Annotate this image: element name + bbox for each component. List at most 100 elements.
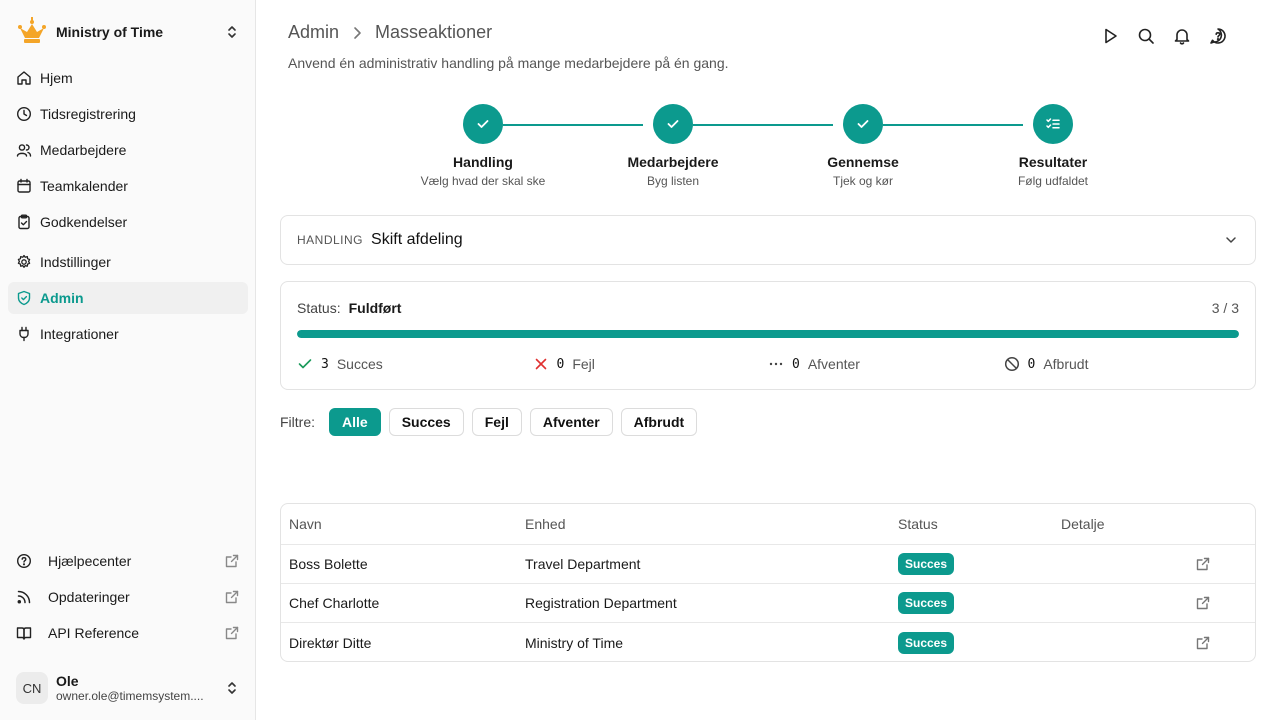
table-header-row: Navn Enhed Status Detalje [281, 504, 1255, 545]
action-label: HANDLING [297, 233, 364, 247]
filter-chip-alle[interactable]: Alle [329, 408, 381, 436]
column-header: Enhed [525, 516, 566, 532]
shield-check-icon [16, 290, 32, 306]
count-number: 0 [556, 356, 565, 372]
cell-unit: Travel Department [525, 556, 641, 572]
count-afbrudt: 0 Afbrudt [1004, 356, 1240, 372]
dots-icon [768, 356, 784, 372]
sidebar-item-label: Admin [40, 290, 84, 306]
help-circle-icon [16, 553, 32, 569]
filter-chip-afventer[interactable]: Afventer [529, 408, 613, 436]
crown-logo-icon [16, 16, 48, 48]
step-title: Handling [453, 154, 513, 170]
sidebar: Ministry of Time Hjem Tidsregistrering M… [0, 0, 256, 720]
sidebar-item-admin[interactable]: Admin [8, 282, 248, 314]
filter-chip-succes[interactable]: Succes [388, 408, 464, 436]
api-reference-link[interactable]: API Reference [8, 615, 248, 651]
filter-chip-fejl[interactable]: Fejl [471, 408, 522, 436]
open-external-icon[interactable] [1195, 556, 1211, 572]
table-row: Direktør Ditte Ministry of Time Succes [281, 623, 1255, 661]
open-external-icon[interactable] [1195, 635, 1211, 651]
column-header: Navn [289, 516, 322, 532]
status-label: Status: [297, 300, 341, 316]
plug-icon [16, 326, 32, 342]
sidebar-item-label: Godkendelser [40, 214, 128, 230]
list-check-icon [1045, 116, 1061, 132]
status-value: Fuldført [348, 300, 402, 316]
check-icon [297, 356, 313, 372]
book-icon [16, 625, 32, 641]
sidebar-item-teamkalender[interactable]: Teamkalender [8, 170, 248, 202]
sidebar-item-label: Indstillinger [40, 254, 111, 270]
cell-name: Direktør Ditte [289, 634, 372, 651]
filter-chip-afbrudt[interactable]: Afbrudt [620, 408, 698, 436]
count-afventer: 0 Afventer [768, 356, 1004, 372]
action-accordion[interactable]: HANDLING Skift afdeling [280, 215, 1256, 265]
updates-link[interactable]: Opdateringer [8, 579, 248, 615]
step-description: Vælg hvad der skal ske [420, 174, 546, 188]
page-subtitle: Anvend én administrativ handling på mang… [288, 55, 729, 71]
step-complete-circle [463, 104, 503, 144]
table-row: Chef Charlotte Registration Department S… [281, 584, 1255, 623]
sidebar-item-label: Medarbejdere [40, 142, 127, 158]
calendar-icon [16, 178, 32, 194]
step-complete-circle [843, 104, 883, 144]
step-complete-circle [653, 104, 693, 144]
sidebar-item-integrationer[interactable]: Integrationer [8, 318, 248, 350]
count-succes: 3 Succes [297, 356, 533, 372]
org-switcher[interactable]: Ministry of Time [8, 14, 248, 50]
step-gennemse[interactable]: Gennemse Tjek og kør [768, 104, 958, 188]
sidebar-item-indstillinger[interactable]: Indstillinger [8, 246, 248, 278]
x-icon [533, 356, 549, 372]
count-number: 0 [1027, 356, 1036, 372]
column-header: Status [898, 516, 938, 532]
count-label: Afbrudt [1043, 356, 1089, 372]
breadcrumb-admin[interactable]: Admin [288, 22, 339, 43]
footer-link-label: Hjælpecenter [48, 553, 132, 569]
sidebar-item-label: Integrationer [40, 326, 119, 342]
step-resultater[interactable]: Resultater Følg udfaldet [958, 104, 1148, 188]
header-actions [1100, 26, 1228, 46]
footer-link-label: Opdateringer [48, 589, 130, 605]
footer-link-label: API Reference [48, 625, 140, 641]
home-icon [16, 70, 32, 86]
column-header: Detalje [1061, 516, 1105, 532]
external-link-icon [224, 625, 240, 641]
step-medarbejdere[interactable]: Medarbejdere Byg listen [578, 104, 768, 188]
message-help-icon[interactable] [1208, 26, 1228, 46]
user-menu[interactable]: CN Ole owner.ole@timemsystem.... [8, 664, 248, 712]
count-number: 0 [792, 356, 800, 372]
chevron-right-icon [349, 25, 365, 41]
step-handling[interactable]: Handling Vælg hvad der skal ske [388, 104, 578, 188]
count-label: Afventer [807, 356, 860, 372]
status-badge: Succes [898, 592, 955, 614]
wizard-stepper: Handling Vælg hvad der skal ske Medarbej… [288, 104, 1248, 194]
status-row: Status: Fuldført 3 / 3 [297, 300, 1239, 316]
count-number: 3 [321, 356, 329, 372]
breadcrumb: Admin Masseaktioner [288, 22, 492, 43]
filter-bar: Filtre: Alle Succes Fejl Afventer Afbrud… [280, 408, 705, 436]
sidebar-item-hjem[interactable]: Hjem [8, 62, 248, 94]
cell-name: Boss Bolette [289, 556, 368, 572]
check-icon [855, 116, 871, 132]
sidebar-item-tidsregistrering[interactable]: Tidsregistrering [8, 98, 248, 130]
chevron-up-down-icon [224, 24, 240, 40]
step-title: Medarbejdere [627, 154, 719, 170]
status-badge: Succes [898, 553, 955, 575]
sidebar-item-medarbejdere[interactable]: Medarbejdere [8, 134, 248, 166]
help-center-link[interactable]: Hjælpecenter [8, 543, 248, 579]
status-badge: Succes [898, 631, 955, 654]
progress-fill [297, 330, 1239, 338]
bell-icon[interactable] [1172, 26, 1192, 46]
action-value: Skift afdeling [371, 231, 463, 248]
breadcrumb-current: Masseaktioner [375, 22, 493, 42]
open-external-icon[interactable] [1195, 595, 1211, 611]
search-icon[interactable] [1136, 26, 1156, 46]
sidebar-item-godkendelser[interactable]: Godkendelser [8, 206, 248, 238]
step-description: Følg udfaldet [1017, 174, 1089, 188]
user-email: owner.ole@timemsystem.... [56, 689, 204, 703]
chevron-up-down-icon [224, 680, 240, 696]
count-label: Fejl [572, 356, 595, 372]
play-icon[interactable] [1100, 26, 1120, 46]
status-counts: 3 Succes 0 Fejl 0 Afventer 0 Afbrudt [297, 356, 1239, 372]
